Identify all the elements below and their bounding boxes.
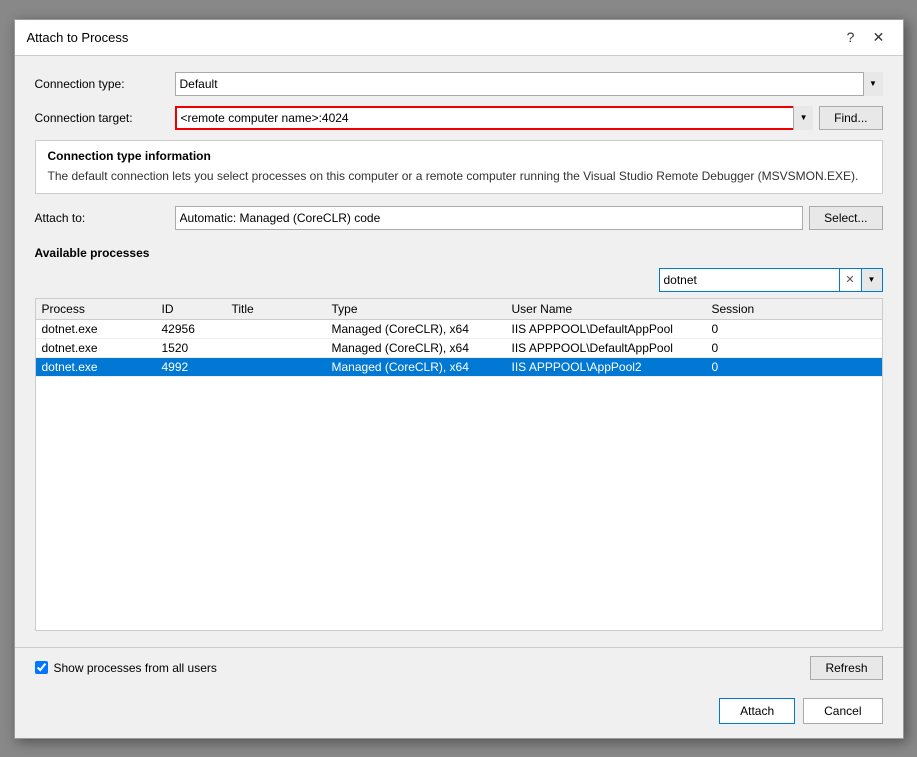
connection-type-label: Connection type: xyxy=(35,77,175,91)
search-dropdown-button[interactable]: ▼ xyxy=(861,268,883,292)
table-rows-container: dotnet.exe 42956 Managed (CoreCLR), x64 … xyxy=(36,320,882,377)
table-header: Process ID Title Type User Name Session xyxy=(36,299,882,320)
select-button[interactable]: Select... xyxy=(809,206,882,230)
cell-type: Managed (CoreCLR), x64 xyxy=(332,360,512,374)
dialog-body: Connection type: Default ▼ Connection ta… xyxy=(15,56,903,647)
table-row[interactable]: dotnet.exe 42956 Managed (CoreCLR), x64 … xyxy=(36,320,882,339)
refresh-button[interactable]: Refresh xyxy=(810,656,882,680)
cell-process: dotnet.exe xyxy=(42,360,162,374)
cell-id: 1520 xyxy=(162,341,232,355)
processes-section: Available processes dotnet ✕ ▼ Process I… xyxy=(35,242,883,631)
cell-process: dotnet.exe xyxy=(42,322,162,336)
col-header-username: User Name xyxy=(512,302,712,316)
show-all-users-text: Show processes from all users xyxy=(54,661,217,675)
cell-username: IIS APPPOOL\DefaultAppPool xyxy=(512,322,712,336)
connection-target-input[interactable]: <remote computer name>:4024 xyxy=(175,106,814,130)
connection-type-select[interactable]: Default xyxy=(175,72,883,96)
connection-target-input-wrapper: <remote computer name>:4024 ▼ xyxy=(175,106,814,130)
search-box-wrapper: dotnet ✕ ▼ xyxy=(659,268,883,292)
help-button[interactable]: ? xyxy=(839,25,863,49)
cell-session: 0 xyxy=(712,360,782,374)
connection-target-row: Connection target: <remote computer name… xyxy=(35,106,883,130)
process-list-header: dotnet ✕ ▼ xyxy=(35,268,883,292)
cell-id: 4992 xyxy=(162,360,232,374)
cancel-button[interactable]: Cancel xyxy=(803,698,882,724)
col-header-process: Process xyxy=(42,302,162,316)
col-header-session: Session xyxy=(712,302,782,316)
process-table: Process ID Title Type User Name Session … xyxy=(35,298,883,631)
footer-buttons: Attach Cancel xyxy=(15,688,903,738)
info-box-title: Connection type information xyxy=(48,149,870,163)
bottom-bar: Show processes from all users Refresh xyxy=(15,647,903,688)
connection-info-box: Connection type information The default … xyxy=(35,140,883,194)
connection-target-control-group: <remote computer name>:4024 ▼ Find... xyxy=(175,106,883,130)
cell-process: dotnet.exe xyxy=(42,341,162,355)
show-all-users-checkbox[interactable] xyxy=(35,661,48,674)
search-clear-button[interactable]: ✕ xyxy=(839,268,861,292)
process-search-input[interactable]: dotnet xyxy=(659,268,839,292)
cell-id: 42956 xyxy=(162,322,232,336)
connection-type-select-wrapper: Default ▼ xyxy=(175,72,883,96)
table-row[interactable]: dotnet.exe 4992 Managed (CoreCLR), x64 I… xyxy=(36,358,882,377)
cell-type: Managed (CoreCLR), x64 xyxy=(332,341,512,355)
table-row[interactable]: dotnet.exe 1520 Managed (CoreCLR), x64 I… xyxy=(36,339,882,358)
col-header-type: Type xyxy=(332,302,512,316)
connection-target-label: Connection target: xyxy=(35,111,175,125)
close-button[interactable]: ✕ xyxy=(867,25,891,49)
attach-to-input[interactable]: Automatic: Managed (CoreCLR) code xyxy=(175,206,804,230)
attach-to-control-group: Automatic: Managed (CoreCLR) code Select… xyxy=(175,206,883,230)
attach-button[interactable]: Attach xyxy=(719,698,795,724)
cell-username: IIS APPPOOL\DefaultAppPool xyxy=(512,341,712,355)
cell-session: 0 xyxy=(712,341,782,355)
cell-type: Managed (CoreCLR), x64 xyxy=(332,322,512,336)
find-button[interactable]: Find... xyxy=(819,106,882,130)
info-box-text: The default connection lets you select p… xyxy=(48,167,870,185)
show-all-users-label[interactable]: Show processes from all users xyxy=(35,661,217,675)
cell-session: 0 xyxy=(712,322,782,336)
attach-to-process-dialog: Attach to Process ? ✕ Connection type: D… xyxy=(14,19,904,739)
connection-type-row: Connection type: Default ▼ xyxy=(35,72,883,96)
col-header-title: Title xyxy=(232,302,332,316)
title-bar-buttons: ? ✕ xyxy=(839,25,891,49)
attach-to-row: Attach to: Automatic: Managed (CoreCLR) … xyxy=(35,206,883,230)
col-header-id: ID xyxy=(162,302,232,316)
cell-username: IIS APPPOOL\AppPool2 xyxy=(512,360,712,374)
title-bar: Attach to Process ? ✕ xyxy=(15,20,903,56)
dialog-title: Attach to Process xyxy=(27,30,129,45)
attach-to-label: Attach to: xyxy=(35,211,175,225)
available-processes-label: Available processes xyxy=(35,246,883,260)
